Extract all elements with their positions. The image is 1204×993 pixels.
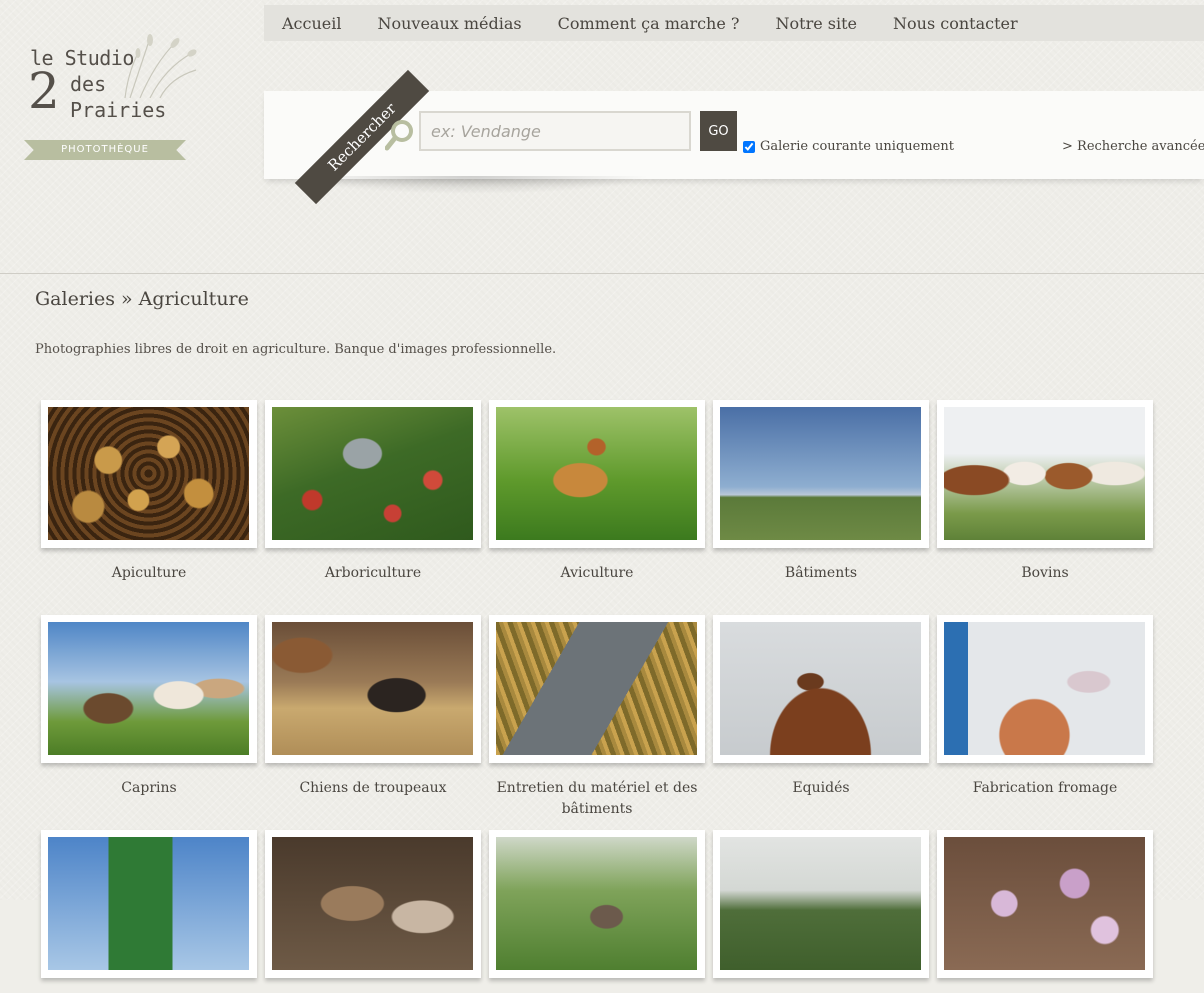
thumbnail-frame[interactable] [265,830,481,978]
horse-photo[interactable] [720,622,921,755]
logo-line-2: des [70,72,107,96]
current-gallery-label: Galerie courante uniquement [760,139,954,154]
advanced-search-link[interactable]: > Recherche avancée [1062,139,1204,154]
current-gallery-option[interactable]: Galerie courante uniquement [743,139,954,154]
thumbnail-frame[interactable] [937,615,1153,763]
thumbnail-frame[interactable] [489,830,705,978]
gallery-label[interactable]: Chiens de troupeaux [265,778,481,799]
rabbits-photo[interactable] [272,837,473,970]
gallery-tile-entretien[interactable]: Entretien du matériel et des bâtiments [489,615,705,820]
hen-photo[interactable] [496,407,697,540]
gallery-tile-11[interactable] [41,830,257,993]
main-nav: Accueil Nouveaux médias Comment ça march… [264,5,1204,41]
nav-comment-ca-marche[interactable]: Comment ça marche ? [540,14,758,33]
gallery-description: Photographies libres de droit en agricul… [35,342,557,357]
gallery-label[interactable]: Equidés [713,778,929,799]
gallery-label[interactable]: Fabrication fromage [937,778,1153,799]
toolbox-photo[interactable] [496,622,697,755]
nav-accueil[interactable]: Accueil [264,14,359,33]
farm-building-photo[interactable] [720,407,921,540]
gallery-tile-15[interactable] [937,830,1153,993]
gallery-tile-caprins[interactable]: Caprins [41,615,257,799]
dog-photo[interactable] [272,622,473,755]
gallery-tile-fromage[interactable]: Fabrication fromage [937,615,1153,799]
gallery-tile-equides[interactable]: Equidés [713,615,929,799]
tractor-photo[interactable] [48,837,249,970]
site-logo[interactable]: le Studio 2 des Prairies PHOTOTHÈQUE [24,28,200,164]
orchard-photo[interactable] [272,407,473,540]
nav-nous-contacter[interactable]: Nous contacter [875,14,1036,33]
search-icon [385,120,413,151]
gallery-tile-13[interactable] [489,830,705,993]
thumbnail-frame[interactable] [265,615,481,763]
gallery-label[interactable]: Entretien du matériel et des bâtiments [489,778,705,820]
thumbnail-frame[interactable] [713,615,929,763]
market-garden-photo[interactable] [496,837,697,970]
thumbnail-frame[interactable] [41,615,257,763]
gallery-tile-chiens[interactable]: Chiens de troupeaux [265,615,481,799]
cheese-making-photo[interactable] [944,622,1145,755]
thumbnail-frame[interactable] [41,400,257,548]
cows-photo[interactable] [944,407,1145,540]
goats-photo[interactable] [48,622,249,755]
nav-nouveaux-medias[interactable]: Nouveaux médias [359,14,539,33]
thumbnail-frame[interactable] [489,615,705,763]
thumbnail-frame[interactable] [41,830,257,978]
thumbnail-frame[interactable] [937,830,1153,978]
gallery-tile-12[interactable] [265,830,481,993]
countryside-photo[interactable] [720,837,921,970]
thumbnail-frame[interactable] [265,400,481,548]
thumbnail-frame[interactable] [713,400,929,548]
gallery-label[interactable]: Bovins [937,563,1153,584]
header-divider [0,273,1204,274]
gallery-tile-bovins[interactable]: Bovins [937,400,1153,584]
logo-line-3: Prairies [70,98,167,122]
gallery-tile-apiculture[interactable]: Apiculture [41,400,257,584]
gallery-label[interactable]: Apiculture [41,563,257,584]
gallery-label[interactable]: Arboriculture [265,563,481,584]
gallery-label[interactable]: Bâtiments [713,563,929,584]
page-title: Galeries » Agriculture [35,288,249,310]
gallery-label[interactable]: Aviculture [489,563,705,584]
gallery-tile-aviculture[interactable]: Aviculture [489,400,705,584]
gallery-tile-batiments[interactable]: Bâtiments [713,400,929,584]
gallery-label[interactable]: Caprins [41,778,257,799]
logo-digit: 2 [28,62,60,120]
thumbnail-frame[interactable] [937,400,1153,548]
gallery-tile-14[interactable] [713,830,929,993]
go-button[interactable]: GO [700,111,737,151]
nav-notre-site[interactable]: Notre site [758,14,876,33]
search-input[interactable] [419,111,691,151]
thumbnail-frame[interactable] [713,830,929,978]
bees-photo[interactable] [48,407,249,540]
logo-ribbon: PHOTOTHÈQUE [24,140,186,160]
gallery-tile-arboriculture[interactable]: Arboriculture [265,400,481,584]
current-gallery-checkbox[interactable] [743,140,755,153]
thumbnail-frame[interactable] [489,400,705,548]
flowers-photo[interactable] [944,837,1145,970]
